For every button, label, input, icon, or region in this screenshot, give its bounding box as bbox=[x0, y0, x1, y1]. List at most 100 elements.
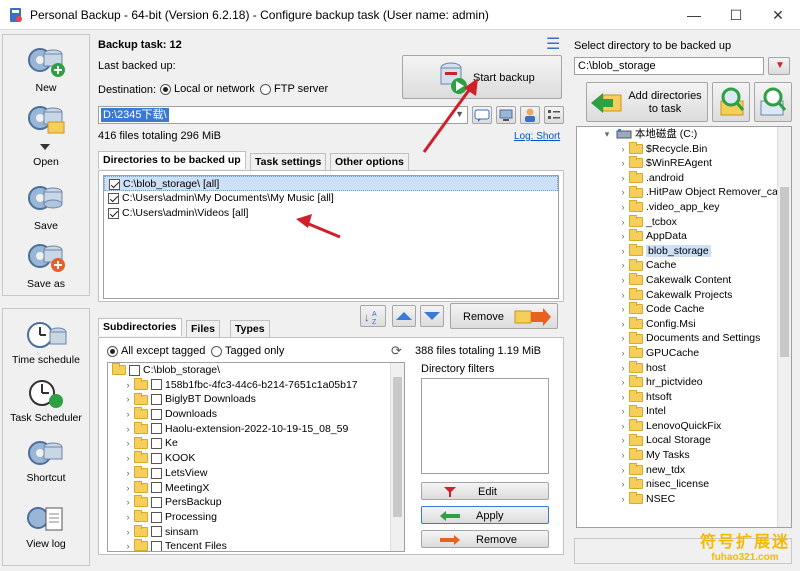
tree-node-label: Documents and Settings bbox=[646, 332, 761, 345]
tree-node-label: Code Cache bbox=[646, 303, 705, 316]
tree-node-label: Local Storage bbox=[646, 434, 711, 447]
tree-node-label: Cakewalk Projects bbox=[646, 288, 733, 301]
tree-node[interactable]: › Intel bbox=[577, 404, 791, 419]
expand-icon[interactable]: › bbox=[617, 258, 629, 273]
expand-icon[interactable]: › bbox=[617, 215, 629, 230]
tree-scrollbar[interactable] bbox=[777, 127, 791, 527]
expand-icon[interactable]: › bbox=[617, 156, 629, 171]
tree-node[interactable]: › Documents and Settings bbox=[577, 331, 791, 346]
tree-node[interactable]: › htsoft bbox=[577, 389, 791, 405]
expand-icon[interactable]: › bbox=[617, 375, 629, 390]
tree-node[interactable]: › Cakewalk Projects bbox=[577, 287, 791, 303]
expand-icon[interactable]: › bbox=[617, 419, 629, 434]
folder-icon bbox=[629, 360, 643, 373]
add-dirs-line1: Add directories bbox=[628, 90, 702, 102]
expand-icon[interactable]: › bbox=[617, 448, 629, 463]
tree-node[interactable]: › new_tdx bbox=[577, 462, 791, 478]
expand-icon[interactable]: › bbox=[617, 200, 629, 215]
expand-icon[interactable]: › bbox=[617, 404, 629, 419]
folder-icon bbox=[629, 419, 643, 432]
tree-node[interactable]: › nisec_license bbox=[577, 477, 791, 492]
expand-icon[interactable]: › bbox=[617, 477, 629, 492]
expand-icon[interactable]: › bbox=[617, 302, 629, 317]
tree-node-label: .android bbox=[646, 171, 684, 184]
directory-tree[interactable]: ▾ 本地磁盘 (C:) › $Recycle.Bin › $WinREAgent › .a… bbox=[576, 126, 792, 528]
folder-icon bbox=[629, 171, 643, 183]
tree-node[interactable]: › AppData bbox=[577, 229, 791, 244]
folder-icon bbox=[629, 185, 643, 198]
folder-icon bbox=[629, 448, 643, 461]
expand-icon[interactable]: › bbox=[617, 171, 629, 186]
expand-icon[interactable]: › bbox=[617, 185, 629, 200]
folder-icon bbox=[629, 287, 643, 300]
expand-icon[interactable]: › bbox=[617, 244, 629, 259]
tree-node[interactable]: › Cakewalk Content bbox=[577, 273, 791, 288]
expand-icon[interactable]: › bbox=[617, 433, 629, 448]
tree-node[interactable]: › blob_storage bbox=[577, 243, 791, 259]
tree-node-label: NSEC bbox=[646, 492, 676, 505]
folder-icon bbox=[629, 156, 643, 169]
folder-icon bbox=[629, 229, 643, 242]
tree-node-label: Config.Msi bbox=[646, 317, 696, 330]
folder-icon bbox=[629, 404, 643, 417]
folder-icon bbox=[629, 477, 643, 490]
folder-icon bbox=[629, 492, 643, 505]
tree-node-label: GPUCache bbox=[646, 346, 700, 359]
expand-icon[interactable]: › bbox=[617, 273, 629, 288]
expand-icon[interactable]: › bbox=[617, 142, 629, 157]
folder-icon bbox=[629, 214, 643, 227]
path-dropdown-button[interactable]: ▼ bbox=[768, 57, 790, 75]
tree-node[interactable]: › Cache bbox=[577, 258, 791, 273]
tree-node[interactable]: › .video_app_key bbox=[577, 200, 791, 215]
tree-node-label: $Recycle.Bin bbox=[646, 142, 708, 155]
select-dir-path[interactable]: C:\blob_storage bbox=[574, 57, 764, 75]
expand-icon[interactable]: › bbox=[617, 317, 629, 332]
folder-icon bbox=[629, 243, 643, 256]
drive-node[interactable]: ▾ 本地磁盘 (C:) bbox=[577, 127, 791, 142]
tree-node-label: host bbox=[646, 361, 666, 374]
folder-icon bbox=[629, 462, 643, 475]
add-directories-button[interactable]: Add directories to task bbox=[586, 82, 708, 122]
expand-icon[interactable]: › bbox=[617, 492, 629, 507]
tree-node-label: .video_app_key bbox=[646, 200, 720, 213]
expand-icon[interactable]: › bbox=[617, 390, 629, 405]
expand-icon[interactable]: › bbox=[617, 346, 629, 361]
tree-node[interactable]: › $Recycle.Bin bbox=[577, 141, 791, 157]
tree-node[interactable]: › NSEC bbox=[577, 492, 791, 507]
tree-node-label: $WinREAgent bbox=[646, 157, 712, 170]
tree-node[interactable]: › GPUCache bbox=[577, 346, 791, 361]
tree-node[interactable]: › hr_pictvideo bbox=[577, 375, 791, 390]
tree-node-label: nisec_license bbox=[646, 478, 710, 491]
browse-dir-button[interactable] bbox=[754, 82, 792, 122]
add-dirs-line2: to task bbox=[648, 103, 682, 115]
tree-node-label: AppData bbox=[646, 230, 687, 243]
expand-icon[interactable]: › bbox=[617, 463, 629, 478]
tree-node[interactable]: › .HitPaw Object Remover_ca bbox=[577, 185, 791, 200]
watermark-line2: fuhao321.com bbox=[711, 552, 779, 563]
tree-node-label: LenovoQuickFix bbox=[646, 419, 722, 432]
tree-node[interactable]: › My Tasks bbox=[577, 448, 791, 463]
tree-node-label: new_tdx bbox=[646, 463, 686, 476]
tree-node[interactable]: › Local Storage bbox=[577, 433, 791, 448]
expand-icon[interactable]: › bbox=[617, 361, 629, 376]
select-dir-label: Select directory to be backed up bbox=[574, 40, 732, 52]
tree-node[interactable]: › Code Cache bbox=[577, 302, 791, 317]
select-dir-path-value: C:\blob_storage bbox=[578, 60, 656, 72]
folder-icon bbox=[629, 331, 643, 344]
expand-icon[interactable]: › bbox=[617, 331, 629, 346]
folder-icon bbox=[629, 375, 643, 388]
tree-node-label: Cache bbox=[646, 259, 677, 272]
watermark-line1: 符号扩展迷 bbox=[699, 534, 790, 551]
tree-node[interactable]: › $WinREAgent bbox=[577, 156, 791, 171]
tree-node[interactable]: › Config.Msi bbox=[577, 316, 791, 332]
tree-node[interactable]: › _tcbox bbox=[577, 214, 791, 230]
expand-icon[interactable]: › bbox=[617, 288, 629, 303]
expand-icon[interactable]: › bbox=[617, 229, 629, 244]
find-dir-button[interactable] bbox=[712, 82, 750, 122]
folder-icon bbox=[629, 316, 643, 329]
tree-node[interactable]: › LenovoQuickFix bbox=[577, 419, 791, 434]
tree-node[interactable]: › .android bbox=[577, 171, 791, 186]
folder-icon bbox=[629, 433, 643, 446]
tree-node[interactable]: › host bbox=[577, 360, 791, 376]
watermark: 符号扩展迷 fuhao321.com bbox=[700, 528, 790, 563]
